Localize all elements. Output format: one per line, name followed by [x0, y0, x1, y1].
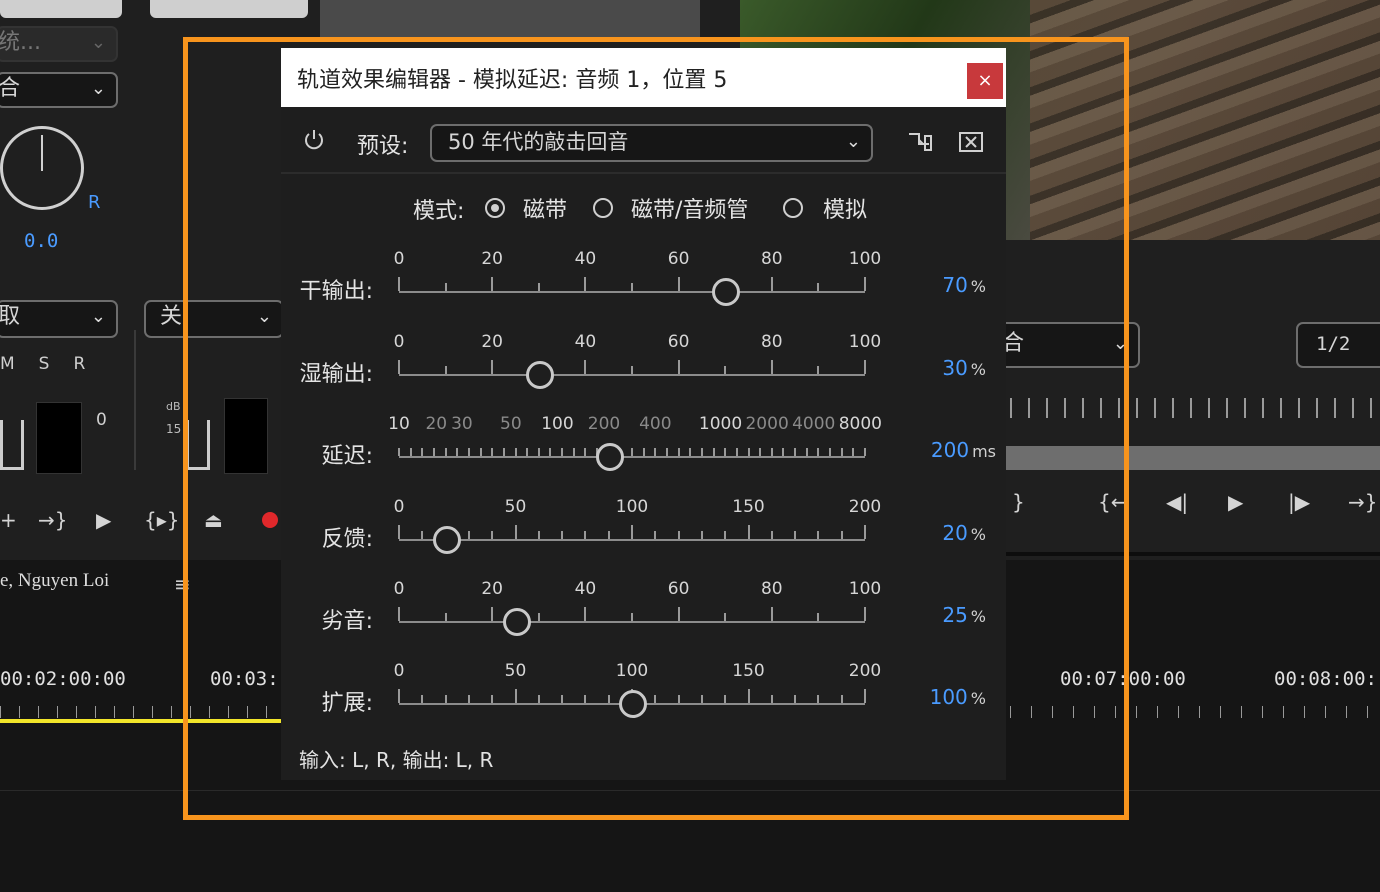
- dropdown-value: 关: [160, 304, 183, 329]
- go-to-out-icon[interactable]: →}: [38, 508, 67, 532]
- meter-zero-label: 0: [96, 410, 107, 430]
- db-15-label: 15: [166, 422, 182, 436]
- track-name: e, Nguyen Loi: [0, 570, 110, 591]
- timecode-1: 00:02:00:00: [0, 668, 126, 690]
- record-arm-button[interactable]: R: [73, 354, 109, 374]
- level-meter: [36, 402, 82, 474]
- left-dropdown-2[interactable]: 合 ⌄: [0, 72, 118, 108]
- highlight-box: [183, 37, 1129, 820]
- loop-icon[interactable]: {▸}: [144, 508, 180, 532]
- left-top-button-2[interactable]: [150, 0, 308, 18]
- solo-button[interactable]: S: [39, 354, 74, 374]
- dropdown-value: 统...: [0, 30, 41, 55]
- step-forward-icon[interactable]: |▶: [1288, 490, 1310, 514]
- pan-value: 0.0: [24, 230, 59, 252]
- go-to-out-icon-2[interactable]: →}: [1348, 490, 1377, 514]
- pan-knob[interactable]: [0, 126, 84, 210]
- strip-divider: [134, 330, 136, 470]
- msr-buttons[interactable]: MSR: [0, 354, 109, 374]
- mute-button[interactable]: M: [0, 354, 39, 374]
- left-dropdown-1[interactable]: 统... ⌄: [0, 26, 118, 62]
- chevron-down-icon: ⌄: [90, 306, 106, 327]
- pan-right-label: R: [88, 192, 101, 213]
- play-icon[interactable]: ▶: [96, 508, 111, 532]
- dropdown-value: 取: [0, 304, 21, 329]
- page-indicator[interactable]: 1/2: [1296, 322, 1380, 368]
- chevron-down-icon: ⌄: [90, 32, 106, 53]
- monitor-play-icon[interactable]: ▶: [1228, 490, 1243, 514]
- fader-handle[interactable]: [0, 420, 24, 470]
- step-icon[interactable]: +: [0, 508, 17, 532]
- step-back-icon[interactable]: ◀|: [1166, 490, 1188, 514]
- db-label: dB: [166, 400, 181, 413]
- left-top-button[interactable]: [0, 0, 122, 18]
- chevron-down-icon: ⌄: [90, 78, 106, 99]
- timecode-4: 00:08:00:: [1274, 668, 1377, 690]
- source-thumbnail: [320, 0, 700, 40]
- left-dropdown-3[interactable]: 取 ⌄: [0, 300, 118, 338]
- knob-indicator: [41, 135, 43, 171]
- dropdown-value: 合: [0, 76, 21, 101]
